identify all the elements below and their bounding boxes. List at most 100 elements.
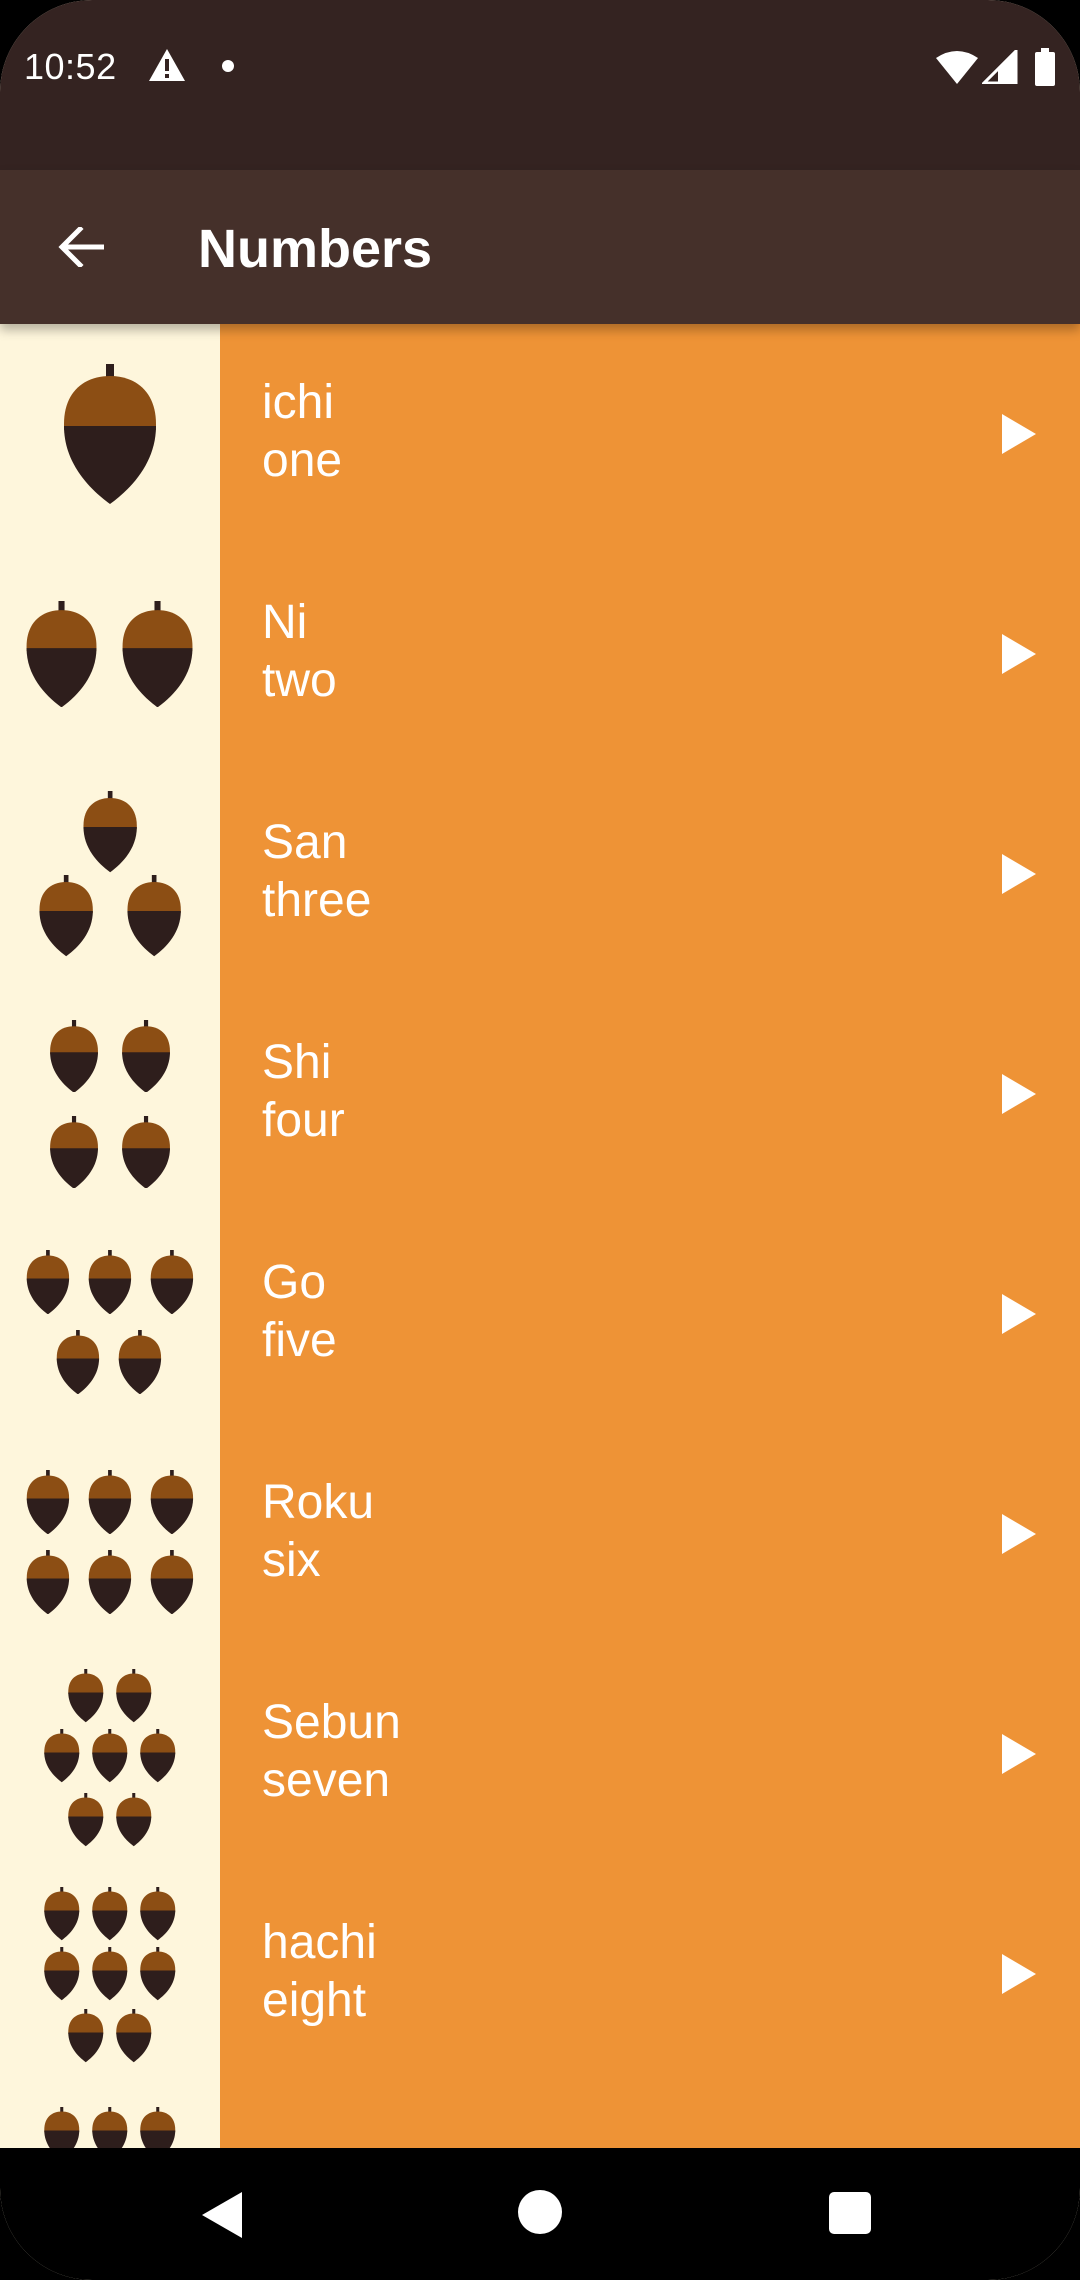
nav-home-button[interactable] [518, 2190, 562, 2234]
status-bar: 10:52 [0, 0, 1080, 170]
english-word: one [262, 434, 343, 487]
acorn-icon [118, 1329, 162, 1395]
item-body: Sebun seven [220, 1644, 1080, 1864]
item-text: ichi one [262, 374, 342, 490]
item-text: Roku six [262, 1474, 374, 1590]
acorn-icon [27, 600, 97, 708]
english-word: three [262, 874, 372, 927]
acorn-icon [68, 2009, 104, 2063]
acorn-icon [83, 791, 137, 873]
japanese-word: Go [262, 1256, 327, 1309]
play-icon[interactable] [1000, 412, 1038, 456]
acorn-icon [92, 1887, 128, 1941]
play-icon[interactable] [1000, 1732, 1038, 1776]
acorn-image [0, 2084, 220, 2148]
list-item[interactable]: Shi four [0, 984, 1080, 1204]
acorn-icon [44, 1947, 80, 2001]
play-icon[interactable] [1000, 632, 1038, 676]
cell-signal-icon [982, 50, 1018, 84]
item-body: hachi eight [220, 1864, 1080, 2084]
acorn-icon [26, 1549, 70, 1615]
acorn-icon [44, 2107, 80, 2148]
acorn-image [0, 1644, 220, 1864]
acorn-icon [92, 2107, 128, 2148]
japanese-word: Shi [262, 1036, 332, 1089]
japanese-word: Sebun [262, 1696, 401, 1749]
japanese-word: hachi [262, 1916, 377, 1969]
english-word: six [262, 1534, 321, 1587]
item-text: hachi eight [262, 1914, 377, 2030]
japanese-word: Ni [262, 596, 308, 649]
item-body: Shi four [220, 984, 1080, 1204]
acorn-icon [122, 1019, 170, 1093]
play-icon[interactable] [1000, 1292, 1038, 1336]
play-icon[interactable] [1000, 1072, 1038, 1116]
acorn-image [0, 764, 220, 984]
acorn-icon [88, 1469, 132, 1535]
acorn-icon [64, 364, 156, 504]
japanese-word: ichi [262, 376, 335, 429]
arrow-left-icon [58, 227, 104, 267]
item-body: Ni two [220, 544, 1080, 764]
acorn-icon [26, 1249, 70, 1315]
acorn-icon [122, 1115, 170, 1189]
acorn-icon [150, 1549, 194, 1615]
english-word: five [262, 1314, 337, 1367]
list-item[interactable]: hachi eight [0, 1864, 1080, 2084]
item-text: San three [262, 814, 371, 930]
acorn-icon [88, 1249, 132, 1315]
acorn-icon [50, 1019, 98, 1093]
acorn-image [0, 1204, 220, 1424]
nav-back-button[interactable] [198, 2188, 252, 2242]
acorn-icon [88, 1549, 132, 1615]
list-item[interactable]: Sebun seven [0, 1644, 1080, 1864]
acorn-icon [123, 600, 193, 708]
play-icon[interactable] [1000, 1512, 1038, 1556]
acorn-icon [92, 1947, 128, 2001]
play-icon[interactable] [1000, 1952, 1038, 1996]
acorn-icon [68, 1793, 104, 1847]
item-body: Roku six [220, 1424, 1080, 1644]
list-item[interactable]: San three [0, 764, 1080, 984]
acorn-icon [39, 875, 93, 957]
item-body: San three [220, 764, 1080, 984]
acorn-icon [44, 1729, 80, 1783]
back-button[interactable] [40, 205, 124, 289]
acorn-icon [56, 1329, 100, 1395]
acorn-icon [92, 1729, 128, 1783]
acorn-icon [44, 1887, 80, 1941]
list-item[interactable]: ichi one [0, 324, 1080, 544]
wifi-icon [936, 51, 978, 84]
acorn-icon [116, 1669, 152, 1723]
list-item[interactable]: Go five [0, 1204, 1080, 1424]
acorn-icon [140, 1887, 176, 1941]
english-word: eight [262, 1974, 367, 2027]
acorn-icon [140, 1947, 176, 2001]
acorn-image [0, 1424, 220, 1644]
acorn-icon [150, 1469, 194, 1535]
battery-icon [1035, 48, 1055, 86]
acorn-icon [116, 1793, 152, 1847]
item-body: Go five [220, 1204, 1080, 1424]
page-title: Numbers [198, 219, 433, 279]
english-word: four [262, 1094, 345, 1147]
item-text: Shi four [262, 1034, 345, 1150]
item-body [220, 2084, 1080, 2148]
acorn-image [0, 324, 220, 544]
english-word: seven [262, 1754, 391, 1807]
list-item[interactable]: Ni two [0, 544, 1080, 764]
acorn-icon [150, 1249, 194, 1315]
acorn-icon [26, 1469, 70, 1535]
item-text: Ni two [262, 594, 337, 710]
acorn-image [0, 544, 220, 764]
app-bar: Numbers [0, 170, 1080, 324]
notification-dot-icon [222, 60, 234, 72]
japanese-word: San [262, 816, 348, 869]
list-item[interactable] [0, 2084, 1080, 2148]
warning-icon [149, 49, 185, 81]
numbers-list: ichi one Ni two San three Shi four Go five Roku six… [0, 324, 1080, 2148]
nav-recents-button[interactable] [829, 2192, 871, 2234]
play-icon[interactable] [1000, 852, 1038, 896]
phone-screen: 10:52 Numbers ichione Nitwo Santhree [0, 0, 1080, 2280]
list-item[interactable]: Roku six [0, 1424, 1080, 1644]
